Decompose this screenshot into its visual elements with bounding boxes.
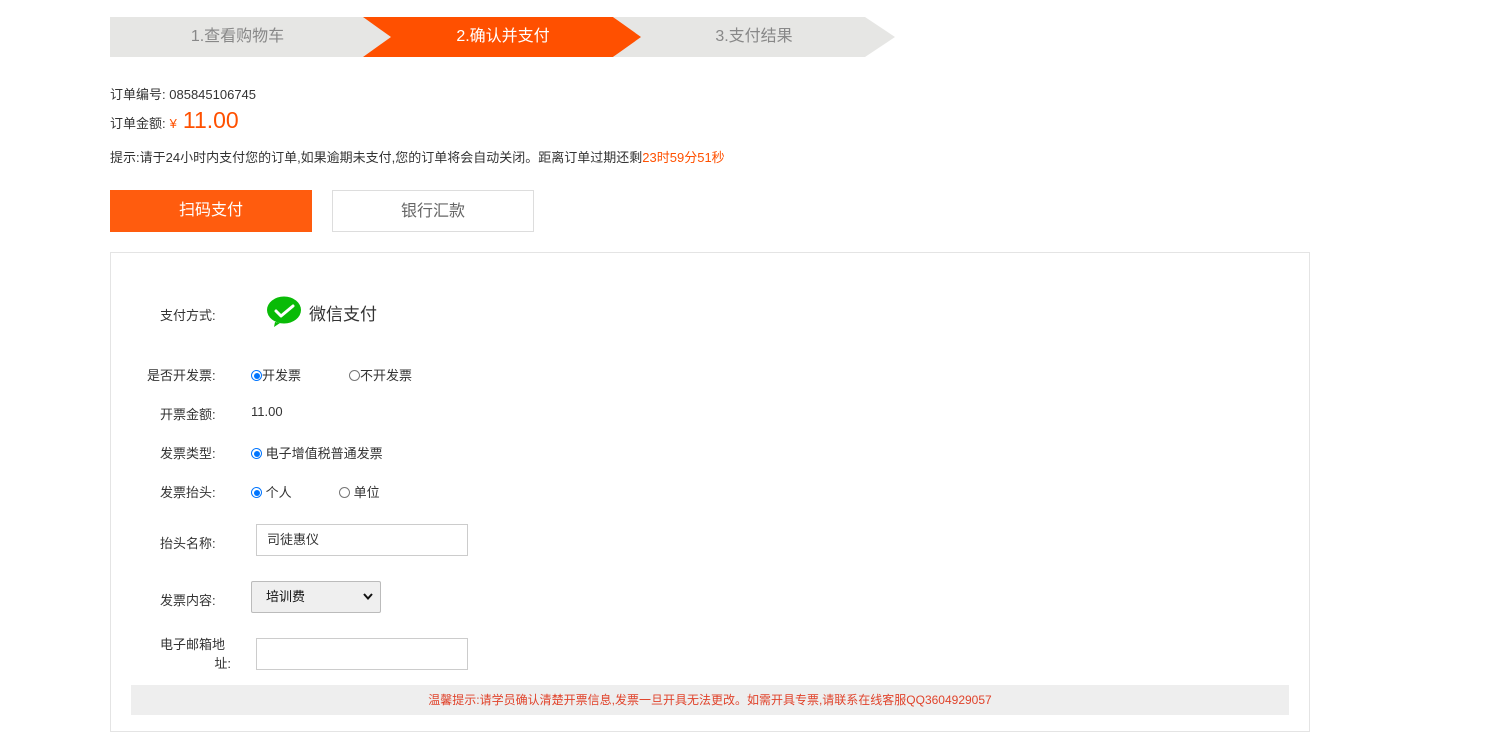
invoice-yes-label: 开发票 — [262, 368, 302, 383]
order-number-label: 订单编号: — [110, 87, 166, 102]
personal-label: 个人 — [265, 485, 292, 500]
order-amount: 11.00 — [182, 107, 239, 133]
invoice-title-label: 发票抬头: — [160, 485, 216, 500]
step-pay-result: 3.支付结果 — [613, 17, 895, 57]
invoice-content-label: 发票内容: — [160, 593, 216, 608]
tip-text: 提示:请于24小时内支付您的订单,如果逾期未支付,您的订单将会自动关闭。距离订单… — [110, 150, 643, 165]
email-label-line2: 址: — [214, 656, 231, 671]
invoice-yes-option[interactable]: 开发票 — [251, 365, 301, 384]
title-name-label: 抬头名称: — [160, 536, 216, 551]
invoice-amount-label: 开票金额: — [160, 407, 216, 422]
company-radio[interactable] — [339, 487, 350, 498]
tab-bank-transfer[interactable]: 银行汇款 — [332, 190, 534, 232]
invoice-no-label: 不开发票 — [360, 368, 413, 383]
invoice-content-select[interactable]: 培训费 — [251, 581, 381, 613]
invoice-type-label: 发票类型: — [160, 446, 216, 461]
tab-scan-pay[interactable]: 扫码支付 — [110, 190, 312, 232]
email-input[interactable] — [256, 638, 468, 670]
payment-method-name: 微信支付 — [309, 304, 377, 324]
invoice-title-personal-option[interactable]: 个人 — [251, 482, 292, 501]
payment-method[interactable]: 微信支付 — [266, 296, 377, 328]
invoice-title-company-option[interactable]: 单位 — [339, 482, 380, 501]
email-label: 电子邮箱地 址: — [160, 635, 231, 673]
title-name-input[interactable]: 司徒惠仪 — [256, 524, 468, 556]
invoice-type-text: 电子增值税普通发票 — [265, 446, 383, 461]
countdown-timer: 23时59分51秒 — [642, 150, 725, 165]
invoice-notice: 温馨提示:请学员确认清楚开票信息,发票一旦开具无法更改。如需开具专票,请联系在线… — [131, 685, 1289, 715]
personal-radio[interactable] — [251, 487, 262, 498]
invoice-no-option[interactable]: 不开发票 — [349, 365, 412, 384]
invoice-toggle-label: 是否开发票: — [147, 368, 216, 383]
company-label: 单位 — [353, 485, 380, 500]
invoice-no-radio[interactable] — [349, 370, 360, 381]
chevron-down-icon — [363, 582, 373, 624]
invoice-yes-radio[interactable] — [251, 370, 262, 381]
step-confirm-pay: 2.确认并支付 — [363, 17, 643, 57]
order-number-row: 订单编号: 085845106745 — [110, 84, 256, 103]
step-view-cart: 1.查看购物车 — [110, 17, 395, 57]
wechat-pay-icon — [266, 296, 302, 328]
payment-method-label: 支付方式: — [160, 308, 216, 323]
order-amount-row: 订单金额: ¥ 11.00 — [110, 107, 239, 134]
payment-tip: 提示:请于24小时内支付您的订单,如果逾期未支付,您的订单将会自动关闭。距离订单… — [110, 147, 725, 166]
currency-symbol: ¥ — [169, 116, 177, 131]
invoice-type-radio[interactable] — [251, 448, 262, 459]
order-amount-label: 订单金额: — [110, 116, 166, 131]
invoice-type-option[interactable]: 电子增值税普通发票 — [251, 443, 383, 462]
invoice-content-value: 培训费 — [266, 589, 306, 604]
email-label-line1: 电子邮箱地 — [160, 637, 226, 652]
invoice-amount: 11.00 — [251, 404, 283, 419]
order-number: 085845106745 — [169, 87, 257, 102]
